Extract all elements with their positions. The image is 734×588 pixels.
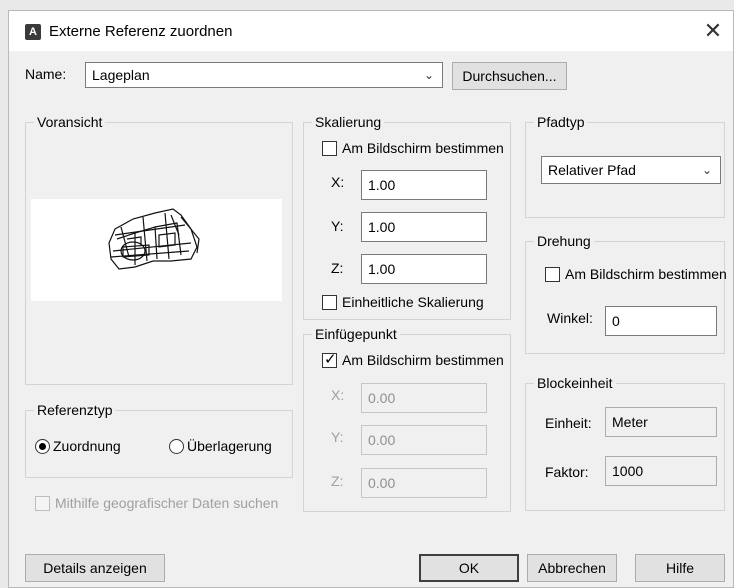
- factor-label: Faktor:: [545, 464, 589, 480]
- factor-value: 1000: [605, 456, 717, 486]
- rotation-onscreen-checkbox[interactable]: [545, 267, 560, 282]
- insertion-z-label: Z:: [331, 473, 344, 489]
- unit-label: Einheit:: [545, 415, 592, 431]
- insertion-y-input[interactable]: 0.00: [361, 425, 487, 455]
- insertion-x-input[interactable]: 0.00: [361, 383, 487, 413]
- rotation-onscreen-label: Am Bildschirm bestimmen: [565, 266, 727, 282]
- unit-value: Meter: [605, 407, 717, 437]
- angle-label: Winkel:: [547, 310, 593, 326]
- preview-image: [31, 199, 282, 301]
- scale-x-input[interactable]: 1.00: [361, 170, 487, 200]
- ok-button[interactable]: OK: [419, 554, 519, 582]
- insertion-onscreen-label: Am Bildschirm bestimmen: [342, 352, 504, 368]
- insertion-onscreen-checkbox[interactable]: ✓: [322, 351, 337, 368]
- scale-y-label: Y:: [331, 218, 344, 234]
- geo-data-checkbox[interactable]: [35, 496, 50, 511]
- rotation-group: Drehung: [525, 233, 725, 354]
- preview-title: Voransicht: [34, 114, 106, 130]
- overlay-radio[interactable]: [169, 439, 184, 454]
- uniform-scale-label: Einheitliche Skalierung: [342, 294, 484, 310]
- rotation-title: Drehung: [534, 233, 594, 249]
- autocad-icon: A: [25, 24, 41, 40]
- scale-y-input[interactable]: 1.00: [361, 212, 487, 242]
- site-plan-thumbnail: [108, 208, 200, 270]
- scale-z-label: Z:: [331, 260, 344, 276]
- scale-onscreen-checkbox[interactable]: [322, 141, 337, 156]
- close-icon[interactable]: ✕: [693, 11, 733, 51]
- attach-radio[interactable]: [35, 439, 50, 454]
- insertion-title: Einfügepunkt: [312, 326, 400, 342]
- uniform-scale-checkbox[interactable]: [322, 295, 337, 310]
- dialog-window: A Externe Referenz zuordnen ✕ Name: Lage…: [8, 10, 734, 588]
- scale-z-input[interactable]: 1.00: [361, 254, 487, 284]
- help-button[interactable]: Hilfe: [635, 554, 725, 582]
- insertion-y-label: Y:: [331, 429, 344, 445]
- checkmark-icon: ✓: [324, 351, 337, 368]
- geo-data-label: Mithilfe geografischer Daten suchen: [55, 495, 279, 511]
- path-type-title: Pfadtyp: [534, 114, 588, 130]
- scale-title: Skalierung: [312, 114, 385, 130]
- dialog-title: Externe Referenz zuordnen: [49, 23, 233, 40]
- insertion-z-input[interactable]: 0.00: [361, 468, 487, 498]
- overlay-label[interactable]: Überlagerung: [187, 438, 272, 454]
- reference-type-title: Referenztyp: [34, 402, 116, 418]
- block-unit-group: Blockeinheit: [525, 375, 725, 511]
- name-dropdown[interactable]: Lageplan ⌄: [85, 62, 443, 88]
- cancel-button[interactable]: Abbrechen: [527, 554, 617, 582]
- angle-input[interactable]: 0: [605, 306, 717, 336]
- name-label: Name:: [25, 66, 67, 82]
- insertion-x-label: X:: [331, 387, 345, 403]
- scale-x-label: X:: [331, 174, 345, 190]
- name-value: Lageplan: [92, 67, 150, 83]
- chevron-down-icon: ⌄: [701, 163, 712, 177]
- block-unit-title: Blockeinheit: [534, 375, 616, 391]
- chevron-down-icon: ⌄: [423, 68, 434, 82]
- scale-onscreen-label: Am Bildschirm bestimmen: [342, 140, 504, 156]
- browse-button[interactable]: Durchsuchen...: [452, 62, 567, 90]
- title-bar: A Externe Referenz zuordnen ✕: [9, 11, 733, 51]
- attach-label[interactable]: Zuordnung: [53, 438, 121, 454]
- path-type-value: Relativer Pfad: [548, 162, 636, 178]
- path-type-dropdown[interactable]: Relativer Pfad ⌄: [541, 156, 721, 184]
- details-button[interactable]: Details anzeigen: [25, 554, 165, 582]
